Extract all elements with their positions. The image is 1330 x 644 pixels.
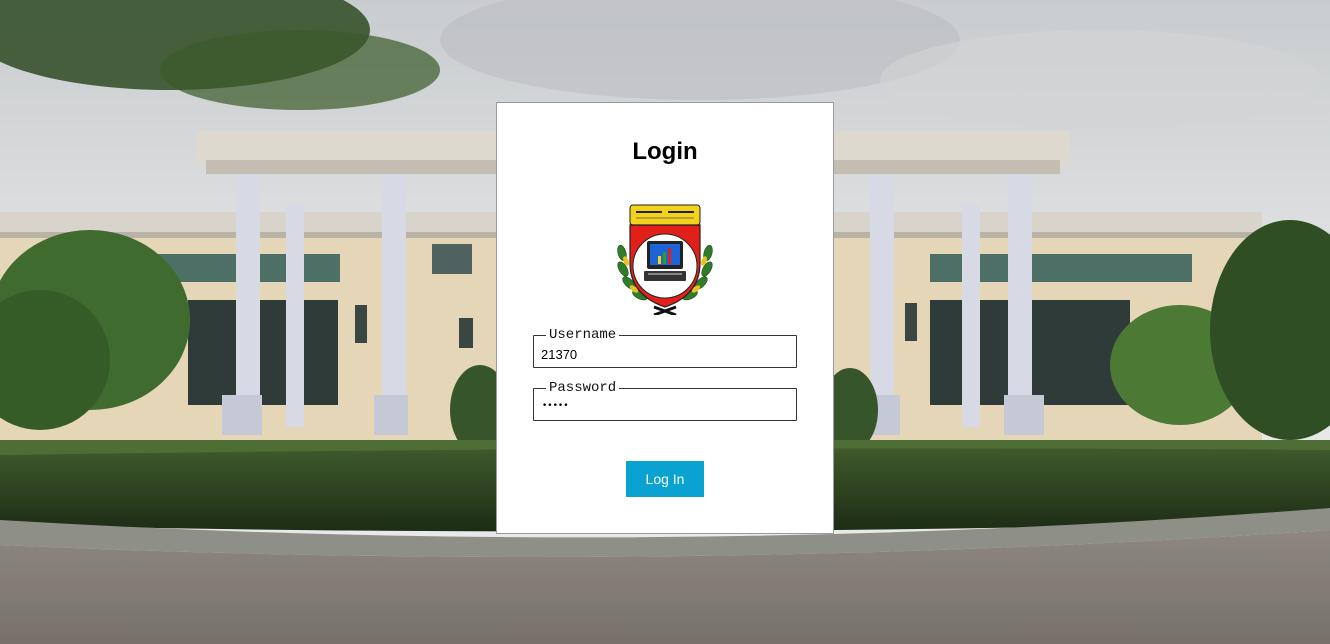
username-label: Username [546,326,620,344]
login-button[interactable]: Log In [626,461,704,497]
username-input[interactable] [541,345,781,363]
username-field[interactable]: Username [533,326,797,368]
password-field[interactable]: Password ••••• [533,379,797,421]
password-label: Password [546,379,620,397]
page-title: Login [632,138,698,165]
password-input[interactable]: ••••• [542,397,569,415]
university-emblem-icon [614,203,716,317]
